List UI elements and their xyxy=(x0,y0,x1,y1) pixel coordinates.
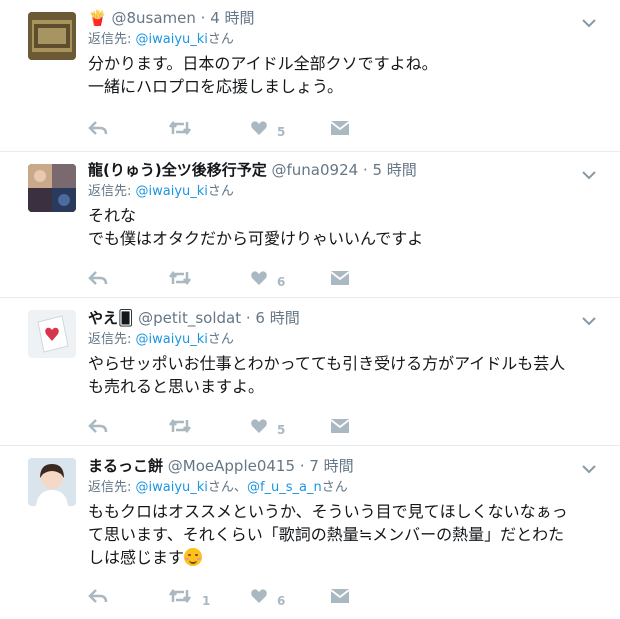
reply-context: 返信先: @iwaiyu_kiさん xyxy=(88,32,234,47)
smiling-face-emoji-icon xyxy=(184,548,203,566)
reply-context: 返信先: @iwaiyu_kiさん、@f_u_s_a_nさん xyxy=(88,480,348,495)
direct-message-icon[interactable] xyxy=(330,416,350,438)
like-count: 5 xyxy=(277,423,286,437)
like-icon[interactable] xyxy=(250,586,268,608)
reply-context: 返信先: @iwaiyu_kiさん xyxy=(88,332,234,347)
reply-mention-link[interactable]: @iwaiyu_ki xyxy=(136,184,208,199)
user-handle[interactable]: @MoeApple0415 xyxy=(168,457,295,475)
chevron-down-icon[interactable] xyxy=(582,464,596,474)
reply-mention-link[interactable]: @iwaiyu_ki xyxy=(136,32,208,47)
reply-mention-link[interactable]: @f_u_s_a_n xyxy=(247,480,322,495)
reply-icon[interactable] xyxy=(88,118,108,140)
retweet-icon[interactable] xyxy=(168,586,192,608)
avatar[interactable] xyxy=(28,12,76,60)
direct-message-icon[interactable] xyxy=(330,118,350,140)
display-name[interactable]: やえ🂠 xyxy=(88,309,133,327)
timestamp[interactable]: · 4 時間 xyxy=(201,9,255,27)
like-count: 6 xyxy=(277,275,286,289)
tweet-header: 龍(りゅう)全ツ後移行予定 @funa0924 · 5 時間 xyxy=(88,160,610,180)
reply-context: 返信先: @iwaiyu_kiさん xyxy=(88,184,234,199)
tweet-text: 分かります。日本のアイドル全部クソですよね。 一緒にハロプロを応援しましょう。 xyxy=(88,54,438,96)
tweet-header: 🍟 @8usamen · 4 時間 xyxy=(88,8,610,28)
direct-message-icon[interactable] xyxy=(330,586,350,608)
tweet[interactable]: まるっこ餅 @MoeApple0415 · 7 時間 返信先: @iwaiyu_… xyxy=(0,446,620,619)
chevron-down-icon[interactable] xyxy=(582,170,596,180)
tweet[interactable]: やえ🂠 @petit_soldat · 6 時間 返信先: @iwaiyu_ki… xyxy=(0,298,620,446)
playing-card-icon xyxy=(28,310,76,358)
reply-mention-link[interactable]: @iwaiyu_ki xyxy=(136,332,208,347)
tweet-text: やらせッポいお仕事とわかってても引き受ける方がアイドルも芸人 も売れると思います… xyxy=(88,354,566,396)
reply-icon[interactable] xyxy=(88,268,108,290)
avatar[interactable] xyxy=(28,458,76,506)
like-count: 5 xyxy=(277,125,286,139)
like-count: 6 xyxy=(277,594,286,608)
retweet-icon[interactable] xyxy=(168,118,192,140)
display-name[interactable]: まるっこ餅 xyxy=(88,457,163,475)
tweet-text: ももクロはオススメというか、そういう目で見てほしくないなぁっ て思います、それく… xyxy=(88,502,568,567)
tweet[interactable]: 🍟 @8usamen · 4 時間 返信先: @iwaiyu_kiさん 分かりま… xyxy=(0,0,620,152)
tweet-header: まるっこ餅 @MoeApple0415 · 7 時間 xyxy=(88,456,610,476)
chevron-down-icon[interactable] xyxy=(582,18,596,28)
like-icon[interactable] xyxy=(250,268,268,290)
retweet-icon[interactable] xyxy=(168,416,192,438)
timestamp[interactable]: · 7 時間 xyxy=(300,457,354,475)
retweet-icon[interactable] xyxy=(168,268,192,290)
like-icon[interactable] xyxy=(250,416,268,438)
reply-icon[interactable] xyxy=(88,416,108,438)
collage-photo-icon xyxy=(28,164,76,212)
chevron-down-icon[interactable] xyxy=(582,316,596,326)
user-handle[interactable]: @petit_soldat xyxy=(138,309,241,327)
avatar[interactable] xyxy=(28,310,76,358)
timestamp[interactable]: · 6 時間 xyxy=(246,309,300,327)
display-name[interactable]: 龍(りゅう)全ツ後移行予定 xyxy=(88,161,267,179)
tweet[interactable]: 龍(りゅう)全ツ後移行予定 @funa0924 · 5 時間 返信先: @iwa… xyxy=(0,152,620,298)
direct-message-icon[interactable] xyxy=(330,268,350,290)
tweet-header: やえ🂠 @petit_soldat · 6 時間 xyxy=(88,308,610,328)
display-name[interactable]: 🍟 xyxy=(88,9,107,27)
food-photo-icon xyxy=(28,12,76,60)
tweet-text: それな でも僕はオタクだから可愛けりゃいいんですよ xyxy=(88,206,424,248)
like-icon[interactable] xyxy=(250,118,268,140)
retweet-count: 1 xyxy=(202,594,211,608)
reply-mention-link[interactable]: @iwaiyu_ki xyxy=(136,480,208,495)
avatar[interactable] xyxy=(28,164,76,212)
user-handle[interactable]: @funa0924 xyxy=(272,161,359,179)
profile-photo-icon xyxy=(28,458,76,506)
user-handle[interactable]: @8usamen xyxy=(111,9,195,27)
reply-icon[interactable] xyxy=(88,586,108,608)
timestamp[interactable]: · 5 時間 xyxy=(363,161,417,179)
